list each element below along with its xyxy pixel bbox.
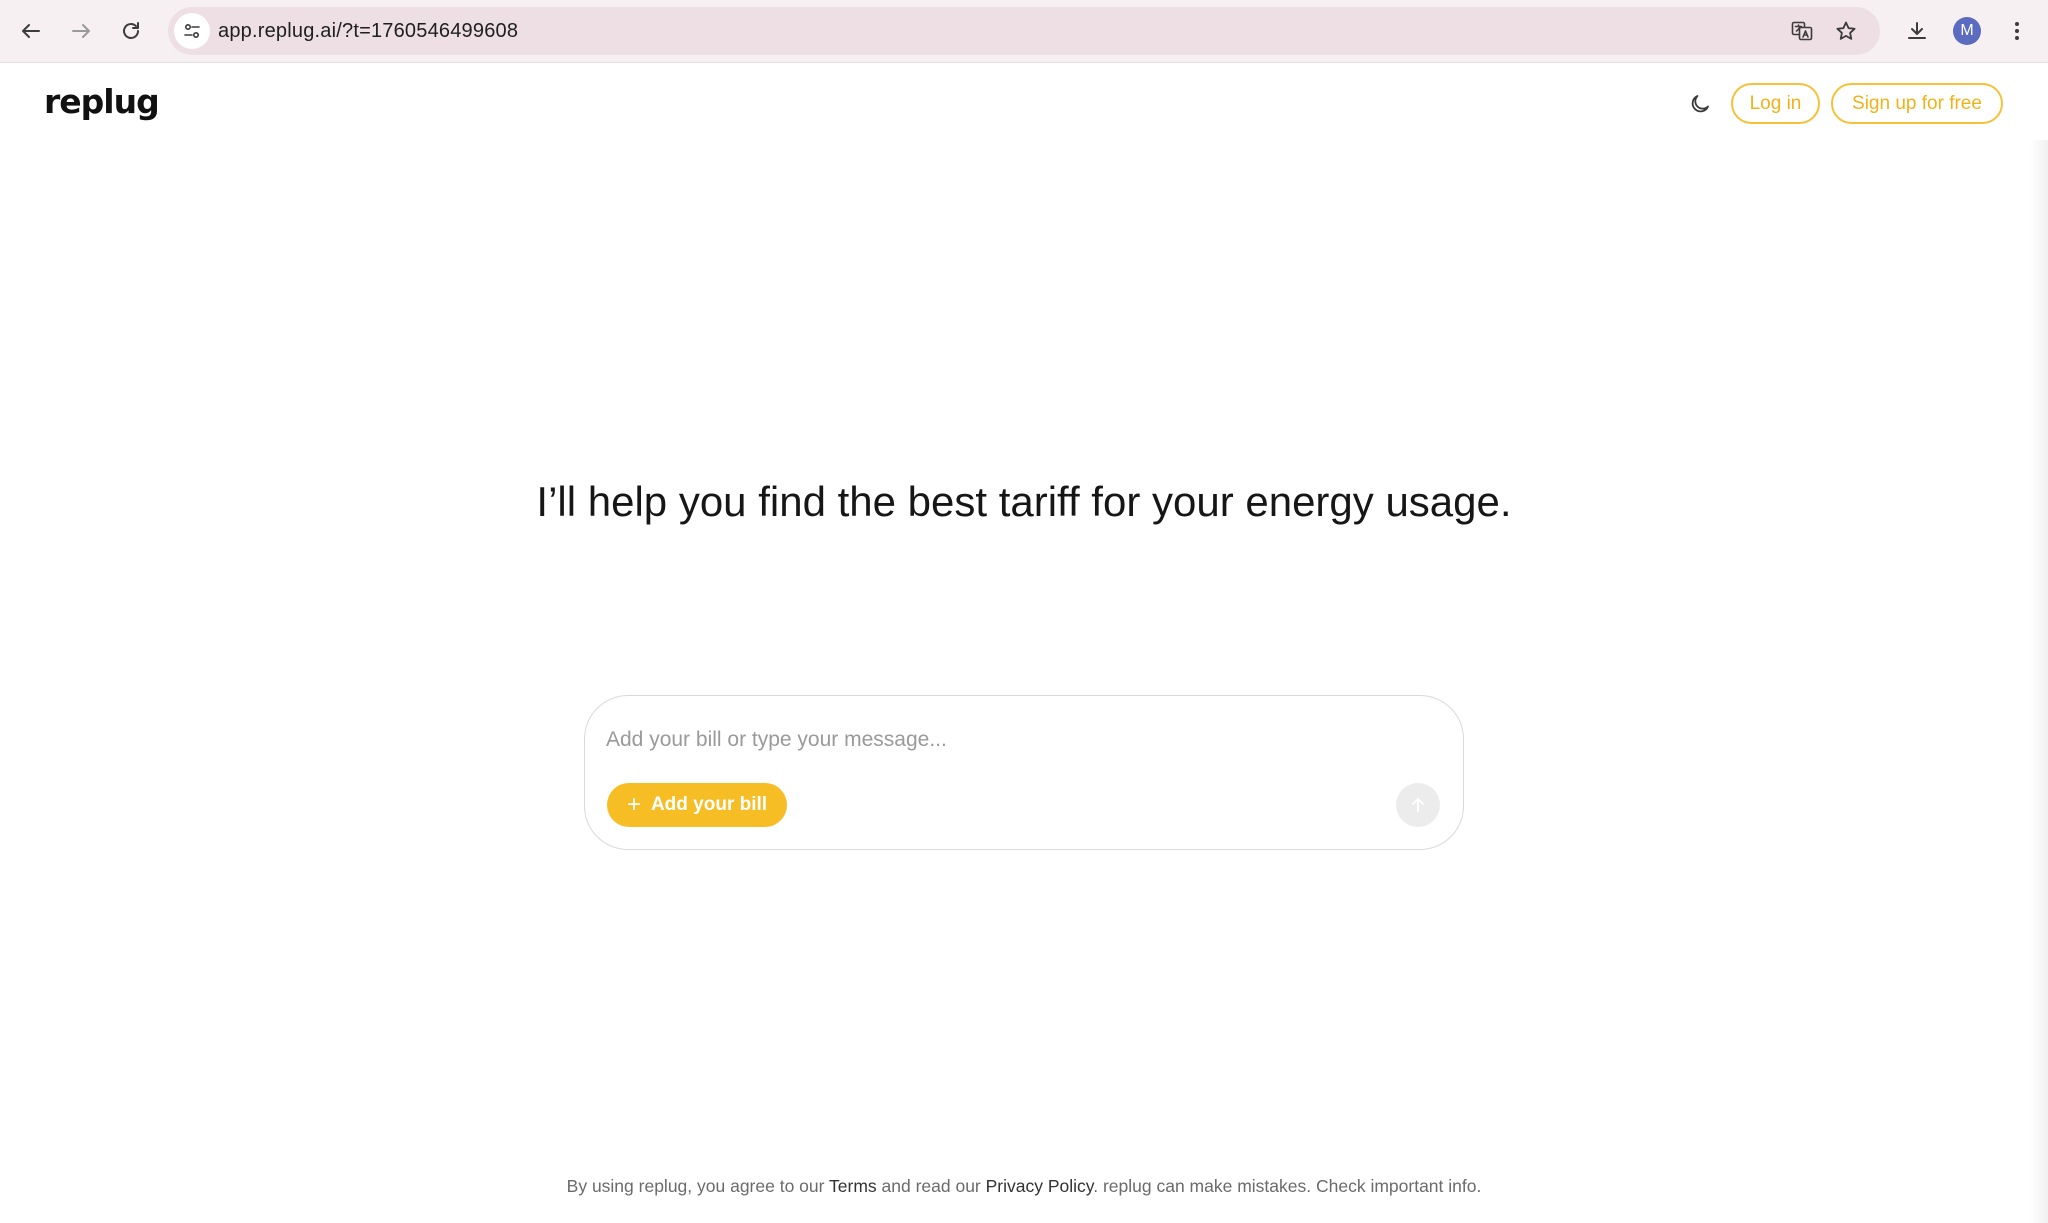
hero-title: I’ll help you find the best tariff for y…	[536, 478, 1512, 525]
forward-button[interactable]	[61, 11, 101, 51]
download-icon	[1908, 22, 1926, 39]
arrow-right-icon	[72, 24, 90, 38]
plus-icon: +	[626, 791, 641, 818]
message-input[interactable]	[606, 722, 1426, 758]
signup-button-label: Sign up for free	[1852, 92, 1982, 114]
privacy-policy-link[interactable]: Privacy Policy	[986, 1176, 1094, 1196]
login-button-label: Log in	[1749, 92, 1802, 114]
browser-toolbar: app.replug.ai/?t=1760546499608 M	[0, 0, 2048, 63]
back-button[interactable]	[11, 11, 51, 51]
arrow-up-icon	[1412, 798, 1424, 812]
browser-menu-button[interactable]	[1997, 11, 2037, 51]
arrow-left-icon	[22, 24, 40, 38]
footer-disclaimer: By using replug, you agree to our Terms …	[0, 1176, 2048, 1197]
bookmark-button[interactable]	[1830, 15, 1862, 47]
tune-icon	[184, 23, 200, 39]
downloads-button[interactable]	[1897, 11, 1937, 51]
terms-link[interactable]: Terms	[829, 1176, 877, 1196]
star-icon	[1836, 21, 1856, 40]
footer-middle: and read our	[876, 1176, 986, 1196]
reload-icon	[123, 22, 139, 39]
footer-prefix: By using replug, you agree to our	[566, 1176, 830, 1196]
signup-button[interactable]: Sign up for free	[1831, 83, 2003, 124]
add-bill-label: Add your bill	[650, 794, 768, 815]
address-bar[interactable]: app.replug.ai/?t=1760546499608	[168, 7, 1880, 55]
translate-button[interactable]	[1786, 15, 1818, 47]
footer-suffix: . replug can make mistakes. Check import…	[1093, 1176, 1482, 1196]
translate-icon	[1791, 21, 1813, 41]
site-info-button[interactable]	[174, 13, 210, 49]
profile-initial: M	[1960, 22, 1974, 39]
login-button[interactable]: Log in	[1731, 83, 1820, 124]
moon-icon	[1691, 95, 1709, 113]
replug-logo[interactable]: replug	[44, 82, 160, 121]
send-button[interactable]	[1396, 783, 1440, 827]
more-vertical-icon	[2015, 22, 2019, 40]
scrollbar-track	[2030, 140, 2048, 1223]
url-text[interactable]: app.replug.ai/?t=1760546499608	[218, 7, 518, 55]
chat-composer: + Add your bill	[584, 695, 1464, 850]
add-bill-button[interactable]: + Add your bill	[607, 783, 787, 827]
theme-toggle-button[interactable]	[1686, 90, 1714, 118]
profile-avatar[interactable]: M	[1953, 17, 1981, 45]
reload-button[interactable]	[111, 11, 151, 51]
